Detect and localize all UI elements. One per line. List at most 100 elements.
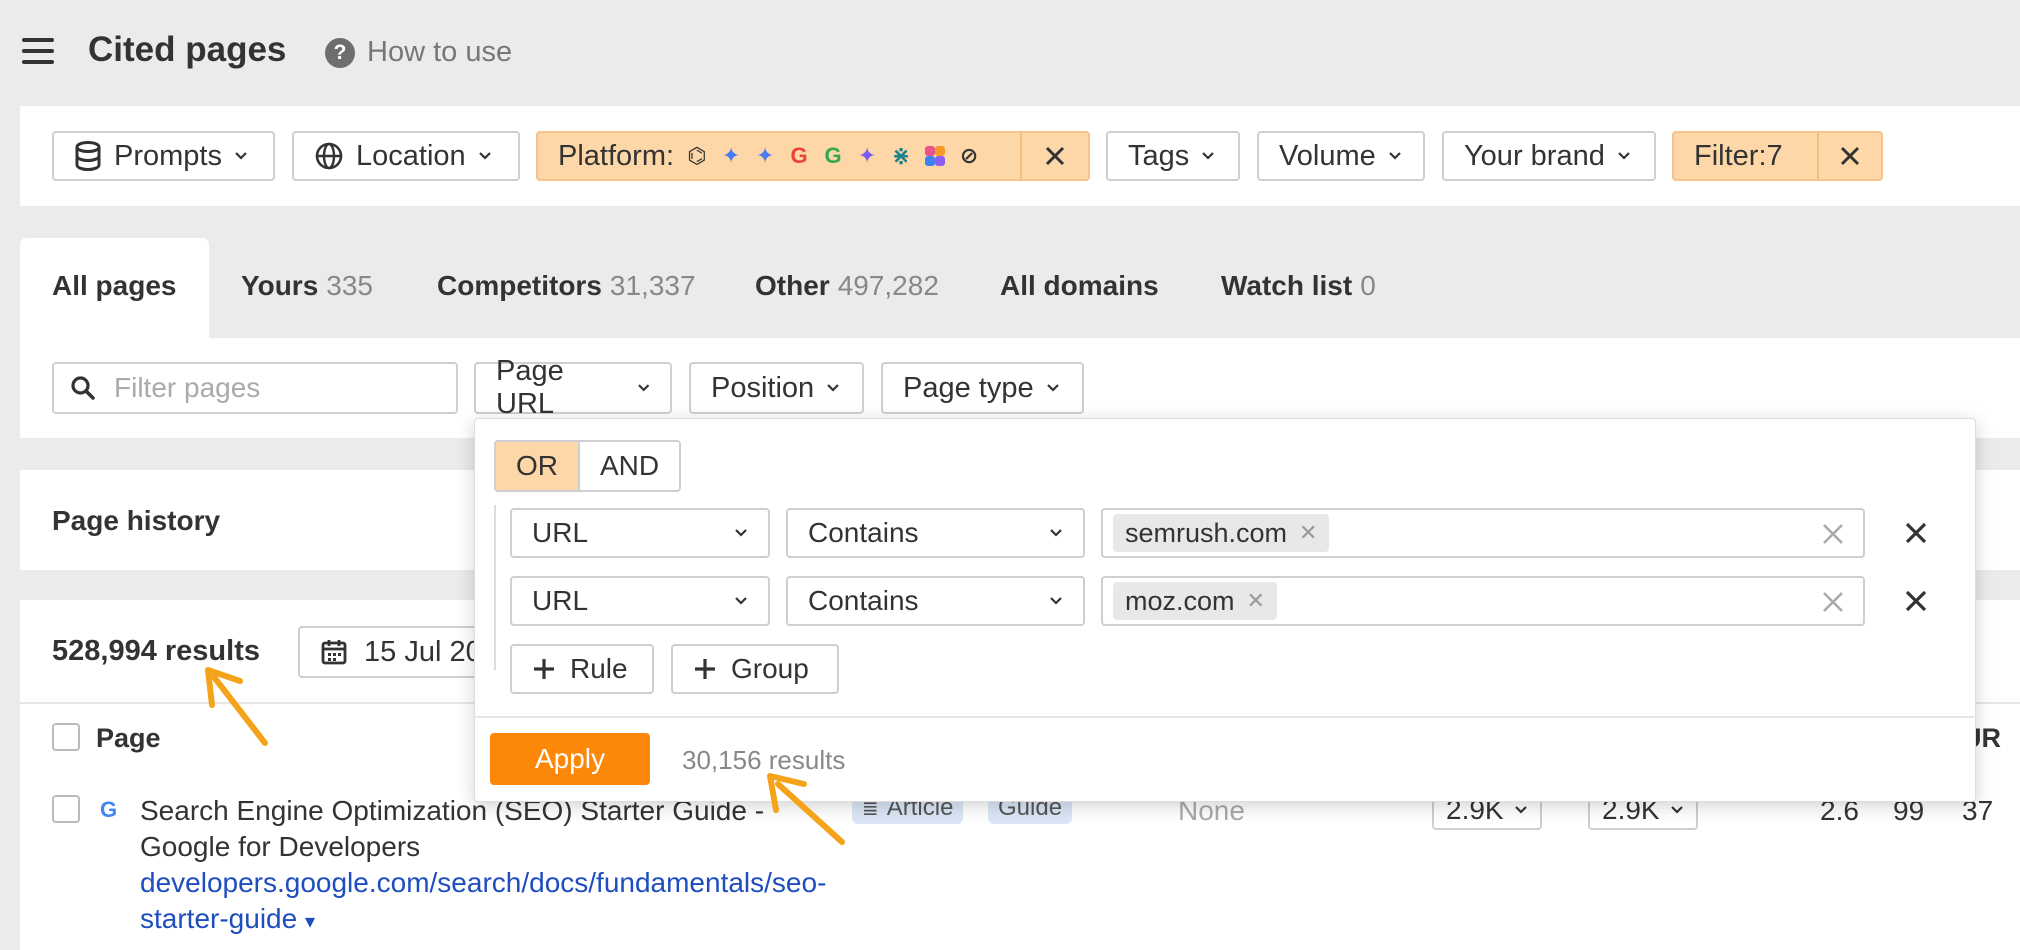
page-url-filter-button[interactable]: Page URL — [474, 355, 672, 420]
tab-label: Competitors — [437, 270, 602, 301]
tab-label: Watch list — [1221, 270, 1353, 301]
database-icon — [75, 141, 101, 171]
hamburger-menu-icon[interactable] — [22, 38, 54, 64]
chip-remove-icon[interactable]: ✕ — [1299, 520, 1317, 546]
grok-icon: ⊘ — [959, 143, 979, 168]
chevron-down-icon — [735, 597, 747, 605]
or-and-toggle[interactable]: OR AND — [494, 440, 682, 492]
tab-yours[interactable]: Yours 335 — [241, 270, 373, 302]
plus-icon — [695, 659, 715, 679]
chevron-down-icon — [1202, 152, 1215, 160]
field-value: URL — [532, 517, 589, 548]
add-rule-label: Rule — [570, 653, 628, 684]
tab-competitors[interactable]: Competitors 31,337 — [437, 270, 696, 302]
add-rule-button[interactable]: Rule — [510, 644, 654, 694]
row-url-text[interactable]: developers.google.com/search/docs/fundam… — [140, 867, 826, 934]
filter-pages-input[interactable] — [114, 372, 414, 404]
filter-count-button[interactable]: Filter:7 — [1672, 131, 1883, 181]
gemini-icon: ✦ — [857, 143, 877, 168]
close-icon — [1841, 146, 1860, 166]
platform-clear-button[interactable] — [1020, 133, 1088, 179]
volume-filter-button[interactable]: Volume — [1257, 131, 1425, 181]
prompts-filter-button[interactable]: Prompts — [52, 131, 275, 181]
remove-rule-icon[interactable] — [1904, 521, 1928, 545]
or-option[interactable]: OR — [496, 442, 578, 490]
value-chip: moz.com ✕ — [1113, 582, 1277, 620]
tab-all-pages[interactable]: All pages — [52, 270, 176, 302]
clear-input-icon[interactable] — [1821, 590, 1845, 614]
rule-operator-select[interactable]: Contains — [786, 576, 1085, 626]
tab-count: 31,337 — [609, 270, 696, 301]
page-type-label: Page type — [903, 371, 1034, 404]
and-option[interactable]: AND — [578, 442, 680, 490]
rule-tree-line — [494, 505, 496, 670]
rule-operator-select[interactable]: Contains — [786, 508, 1085, 558]
chevron-down-icon — [478, 152, 491, 160]
chevron-down-icon — [827, 384, 839, 392]
tab-label: All domains — [1000, 270, 1159, 301]
annotation-arrow-icon — [205, 667, 268, 746]
chevron-down-icon — [1670, 806, 1683, 814]
google-icon: G — [824, 143, 842, 168]
chatgpt-icon: ⌬ — [687, 143, 707, 168]
tab-label: All pages — [52, 270, 177, 301]
add-group-label: Group — [731, 653, 809, 684]
how-to-use-link[interactable]: ? How to use — [325, 36, 512, 69]
row-page-title[interactable]: Search Engine Optimization (SEO) Starter… — [140, 793, 820, 865]
filter-pages-search[interactable] — [52, 362, 458, 414]
select-all-checkbox[interactable] — [52, 723, 80, 751]
caret-down-icon[interactable]: ▾ — [305, 911, 315, 933]
add-group-button[interactable]: Group — [671, 644, 839, 694]
google-favicon-icon: G — [100, 797, 118, 822]
copilot-icon — [922, 143, 948, 169]
chevron-down-icon — [637, 384, 649, 392]
chevron-down-icon — [1046, 384, 1059, 392]
perplexity-icon: ⋇ — [891, 143, 911, 168]
row-checkbox[interactable] — [52, 795, 80, 823]
chevron-down-icon — [1618, 152, 1630, 160]
tab-count: 335 — [326, 270, 373, 301]
filter-count[interactable]: Filter:7 — [1674, 133, 1805, 179]
tab-count: 0 — [1360, 270, 1376, 301]
rule-value-input[interactable]: moz.com ✕ — [1101, 576, 1865, 626]
rule-field-select[interactable]: URL — [510, 576, 770, 626]
close-icon — [1046, 146, 1065, 166]
page-title: Cited pages — [88, 30, 287, 69]
your-brand-label: Your brand — [1464, 139, 1605, 172]
tab-other[interactable]: Other 497,282 — [755, 270, 939, 302]
position-filter-button[interactable]: Position — [689, 362, 864, 414]
platform-filter-button[interactable]: Platform: ⌬ ✦ ✦ G G ✦ ⋇ ⊘ — [536, 131, 1090, 181]
gemini-icon: ✦ — [755, 143, 775, 168]
location-filter-button[interactable]: Location — [292, 131, 520, 181]
prompts-label: Prompts — [114, 139, 222, 172]
column-header-page[interactable]: Page — [96, 723, 161, 754]
tab-watch-list[interactable]: Watch list 0 — [1221, 270, 1376, 302]
globe-icon — [315, 142, 343, 170]
your-brand-filter-button[interactable]: Your brand — [1442, 131, 1656, 181]
annotation-arrow-icon — [767, 773, 845, 845]
help-icon: ? — [325, 37, 355, 68]
tags-filter-button[interactable]: Tags — [1106, 131, 1240, 181]
volume-label: Volume — [1279, 139, 1376, 172]
chevron-down-icon — [735, 529, 747, 537]
platform-icons: ⌬ ✦ ✦ G G ✦ ⋇ ⊘ — [684, 143, 982, 169]
page-type-filter-button[interactable]: Page type — [881, 362, 1084, 414]
remove-rule-icon[interactable] — [1904, 589, 1928, 613]
chip-remove-icon[interactable]: ✕ — [1247, 588, 1265, 614]
google-icon: G — [790, 143, 808, 168]
filter-clear-button[interactable] — [1817, 133, 1881, 179]
rule-field-select[interactable]: URL — [510, 508, 770, 558]
clear-input-icon[interactable] — [1821, 522, 1845, 546]
gemini-icon: ✦ — [721, 143, 741, 168]
chevron-down-icon — [1514, 806, 1527, 814]
chevron-down-icon — [235, 152, 247, 160]
platform-label: Platform: — [558, 139, 675, 172]
tab-label: Other — [755, 270, 830, 301]
tab-label: Yours — [241, 270, 319, 301]
search-icon — [71, 376, 95, 400]
apply-button[interactable]: Apply — [490, 733, 650, 785]
row-page-url[interactable]: developers.google.com/search/docs/fundam… — [140, 865, 840, 940]
tab-all-domains[interactable]: All domains — [1000, 270, 1159, 302]
rule-value-input[interactable]: semrush.com ✕ — [1101, 508, 1865, 558]
location-label: Location — [356, 139, 466, 172]
